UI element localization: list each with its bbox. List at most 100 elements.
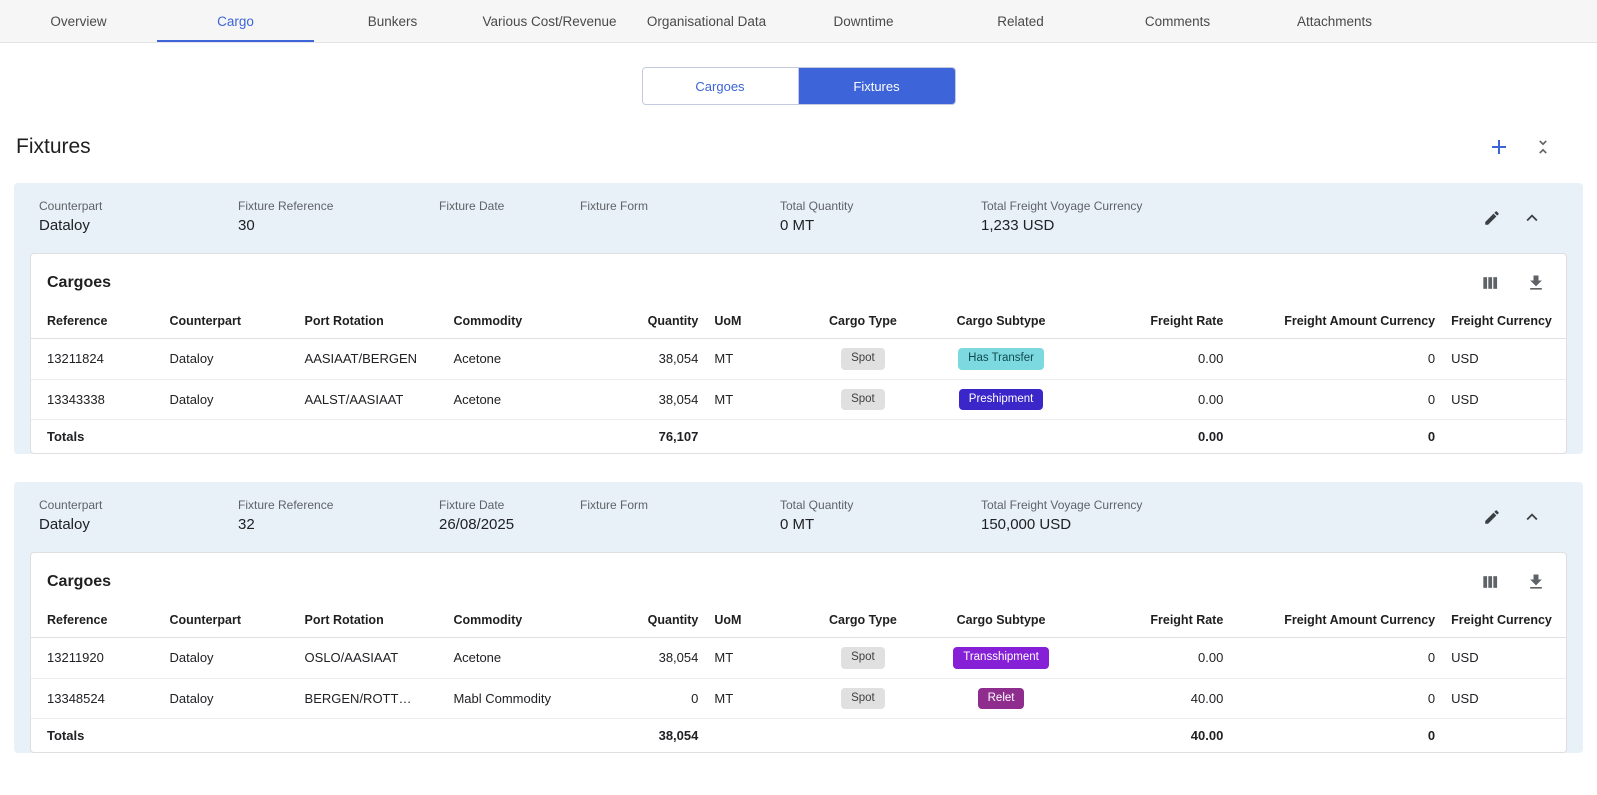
download-icon xyxy=(1526,572,1546,592)
col-header-port-rotation[interactable]: Port Rotation xyxy=(297,603,446,638)
chevron-up-icon xyxy=(1521,207,1543,229)
view-columns-icon xyxy=(1480,572,1500,592)
page-actions xyxy=(1485,133,1555,161)
field-total-freight-voyage-currency: Total Freight Voyage Currency 1,233 USD xyxy=(981,199,1481,235)
field-fixture-form: Fixture Form xyxy=(580,498,780,534)
tab-overview[interactable]: Overview xyxy=(0,0,157,42)
download-button[interactable] xyxy=(1524,271,1548,295)
col-header-cargo-type[interactable]: Cargo Type xyxy=(802,304,925,339)
table-row[interactable]: 13211920 Dataloy OSLO/AASIAAT Acetone 38… xyxy=(31,638,1566,679)
cell-commodity: Acetone xyxy=(445,638,611,679)
col-header-uom[interactable]: UoM xyxy=(706,304,801,339)
cell-empty xyxy=(802,719,925,753)
cell-freight-rate: 0.00 xyxy=(1078,379,1232,420)
col-header-reference[interactable]: Reference xyxy=(31,304,161,339)
cell-freight-currency: USD xyxy=(1443,678,1566,719)
cell-empty xyxy=(706,420,801,454)
collapse-fixture-button[interactable] xyxy=(1519,504,1545,530)
tab-bunkers[interactable]: Bunkers xyxy=(314,0,471,42)
cell-empty xyxy=(445,719,611,753)
edit-fixture-button[interactable] xyxy=(1481,207,1503,229)
cell-freight-currency: USD xyxy=(1443,379,1566,420)
table-row[interactable]: 13211824 Dataloy AASIAAT/BERGEN Acetone … xyxy=(31,339,1566,380)
cell-counterpart: Dataloy xyxy=(161,638,296,679)
tab-organisational-data[interactable]: Organisational Data xyxy=(628,0,785,42)
fixture-fields: Counterpart Dataloy Fixture Reference 32… xyxy=(39,498,1481,534)
field-label: Fixture Date xyxy=(439,199,570,213)
col-header-port-rotation[interactable]: Port Rotation xyxy=(297,304,446,339)
fixture-card: Counterpart Dataloy Fixture Reference 30… xyxy=(14,183,1583,454)
cell-empty xyxy=(297,420,446,454)
cell-freight-amount-currency: 0 xyxy=(1231,379,1443,420)
field-fixture-form: Fixture Form xyxy=(580,199,780,235)
tab-cargo[interactable]: Cargo xyxy=(157,0,314,42)
edit-fixture-button[interactable] xyxy=(1481,506,1503,528)
unfold-less-icon xyxy=(1533,137,1553,157)
col-header-cargo-subtype[interactable]: Cargo Subtype xyxy=(924,304,1078,339)
col-header-uom[interactable]: UoM xyxy=(706,603,801,638)
col-header-commodity[interactable]: Commodity xyxy=(445,304,611,339)
col-header-cargo-type[interactable]: Cargo Type xyxy=(802,603,925,638)
download-button[interactable] xyxy=(1524,570,1548,594)
tab-related[interactable]: Related xyxy=(942,0,1099,42)
field-label: Total Freight Voyage Currency xyxy=(981,199,1471,213)
field-total-freight-voyage-currency: Total Freight Voyage Currency 150,000 US… xyxy=(981,498,1481,534)
table-row[interactable]: 13348524 Dataloy BERGEN/ROTT… Mabl Commo… xyxy=(31,678,1566,719)
cell-freight-rate: 40.00 xyxy=(1078,678,1232,719)
download-icon xyxy=(1526,273,1546,293)
cell-freight-currency: USD xyxy=(1443,638,1566,679)
tab-attachments[interactable]: Attachments xyxy=(1256,0,1413,42)
add-fixture-button[interactable] xyxy=(1485,133,1513,161)
cell-uom: MT xyxy=(706,678,801,719)
cell-commodity: Acetone xyxy=(445,379,611,420)
tab-various-cost-revenue[interactable]: Various Cost/Revenue xyxy=(471,0,628,42)
collapse-all-button[interactable] xyxy=(1531,135,1555,159)
col-header-cargo-subtype[interactable]: Cargo Subtype xyxy=(924,603,1078,638)
cargo-subtype-badge: Has Transfer xyxy=(958,348,1044,370)
toggle-cargoes[interactable]: Cargoes xyxy=(643,68,799,104)
column-settings-button[interactable] xyxy=(1478,271,1502,295)
cell-cargo-subtype: Has Transfer xyxy=(924,339,1078,380)
col-header-quantity[interactable]: Quantity xyxy=(611,603,706,638)
cell-empty xyxy=(161,719,296,753)
col-header-counterpart[interactable]: Counterpart xyxy=(161,304,296,339)
cell-counterpart: Dataloy xyxy=(161,678,296,719)
table-row[interactable]: 13343338 Dataloy AALST/AASIAAT Acetone 3… xyxy=(31,379,1566,420)
col-header-freight-rate[interactable]: Freight Rate xyxy=(1078,603,1232,638)
cell-quantity: 38,054 xyxy=(611,638,706,679)
cell-uom: MT xyxy=(706,638,801,679)
tab-comments[interactable]: Comments xyxy=(1099,0,1256,42)
cell-commodity: Mabl Commodity xyxy=(445,678,611,719)
cell-reference: 13343338 xyxy=(31,379,161,420)
field-fixture-reference: Fixture Reference 32 xyxy=(238,498,439,534)
totals-row: Totals 38,054 40.00 0 xyxy=(31,719,1566,753)
field-value: Dataloy xyxy=(39,516,228,534)
cell-quantity: 38,054 xyxy=(611,339,706,380)
field-fixture-reference: Fixture Reference 30 xyxy=(238,199,439,235)
col-header-counterpart[interactable]: Counterpart xyxy=(161,603,296,638)
col-header-commodity[interactable]: Commodity xyxy=(445,603,611,638)
toggle-row: Cargoes Fixtures xyxy=(0,67,1597,105)
view-columns-icon xyxy=(1480,273,1500,293)
fixture-header: Counterpart Dataloy Fixture Reference 30… xyxy=(14,183,1583,253)
field-label: Counterpart xyxy=(39,498,228,512)
col-header-freight-amount-currency[interactable]: Freight Amount Currency xyxy=(1231,603,1443,638)
col-header-freight-currency[interactable]: Freight Currency xyxy=(1443,603,1566,638)
col-header-reference[interactable]: Reference xyxy=(31,603,161,638)
column-settings-button[interactable] xyxy=(1478,570,1502,594)
field-label: Fixture Form xyxy=(580,199,770,213)
cell-commodity: Acetone xyxy=(445,339,611,380)
field-total-quantity: Total Quantity 0 MT xyxy=(780,498,981,534)
col-header-freight-rate[interactable]: Freight Rate xyxy=(1078,304,1232,339)
field-value: 1,233 USD xyxy=(981,217,1471,235)
cargoes-fixtures-toggle: Cargoes Fixtures xyxy=(642,67,956,105)
col-header-freight-currency[interactable]: Freight Currency xyxy=(1443,304,1566,339)
col-header-freight-amount-currency[interactable]: Freight Amount Currency xyxy=(1231,304,1443,339)
cell-cargo-subtype: Transshipment xyxy=(924,638,1078,679)
cell-port-rotation: OSLO/AASIAAT xyxy=(297,638,446,679)
collapse-fixture-button[interactable] xyxy=(1519,205,1545,231)
cell-cargo-type: Spot xyxy=(802,678,925,719)
toggle-fixtures[interactable]: Fixtures xyxy=(799,68,955,104)
tab-downtime[interactable]: Downtime xyxy=(785,0,942,42)
col-header-quantity[interactable]: Quantity xyxy=(611,304,706,339)
